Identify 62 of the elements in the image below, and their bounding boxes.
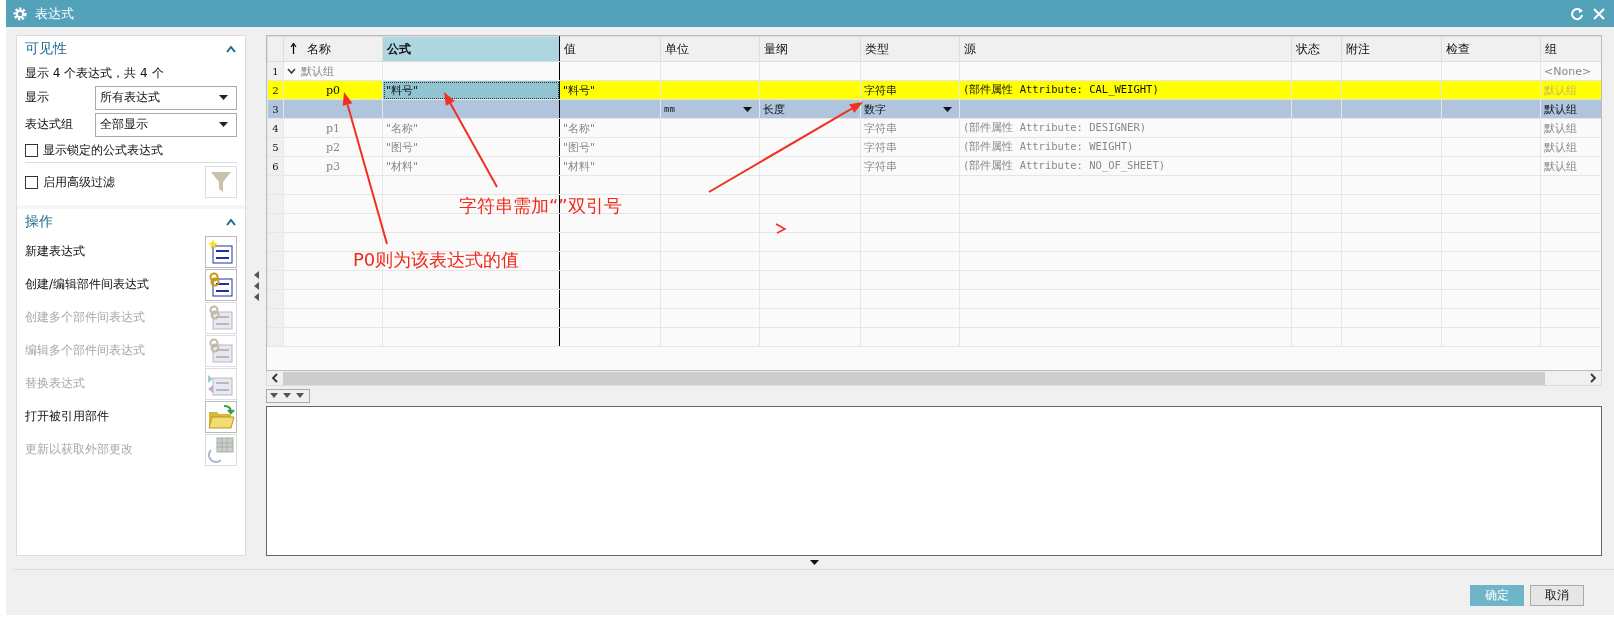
table-row[interactable]: 4 p1 "名称" "名称" 字符串 (部件属性 Attribute: DESIGNER) 默认组 (267, 118, 1601, 138)
table-row[interactable]: 6 p3 "材料" "材料" 字符串 (部件属性 Attribute: NO_OF_SHEET) 默认组 (267, 156, 1601, 176)
caret-icon (743, 106, 752, 112)
gear-icon (13, 6, 27, 21)
collapse-icon[interactable] (225, 44, 237, 54)
column-header[interactable]: 组 (1540, 36, 1601, 62)
checkbox[interactable] (25, 175, 38, 189)
caret-icon (219, 122, 228, 127)
chain-document-icon (207, 336, 235, 365)
collapse-icon[interactable] (225, 217, 237, 227)
triple-caret-icon (270, 393, 306, 399)
window-title: 表达式 (35, 4, 74, 23)
star-document-icon (207, 237, 235, 266)
horizontal-scrollbar[interactable] (266, 371, 1602, 386)
table-row[interactable]: 5 p2 "图号" "图号" 字符串 (部件属性 Attribute: WEIGHT) 默认组 (267, 137, 1601, 157)
caret-icon (943, 106, 952, 112)
column-header[interactable]: 检查 (1441, 36, 1541, 62)
expand-caret-icon[interactable] (809, 560, 819, 565)
dropdown[interactable]: 全部显示 (95, 112, 237, 137)
section-title: 操作 (25, 213, 53, 231)
action-label[interactable]: 创建/编辑部件间表达式 (25, 276, 150, 293)
table-row[interactable]: 3 mm 长度 数字 默认组 (267, 99, 1601, 119)
column-header[interactable]: 公式 (382, 36, 560, 62)
caret-icon (219, 95, 228, 100)
scroll-left-icon[interactable] (271, 373, 279, 383)
annotation-text: P0则为该表达式的值 (353, 248, 520, 272)
section-title: 可见性 (25, 40, 67, 58)
expand-toggle-button[interactable] (266, 389, 310, 403)
checkbox-label: 显示锁定的公式表达式 (43, 141, 164, 159)
column-header[interactable]: 名称 (283, 36, 383, 62)
column-header[interactable]: 源 (959, 36, 1292, 62)
field-label: 表达式组 (25, 116, 74, 133)
column-header[interactable]: 值 (559, 36, 661, 62)
field-label: 显示 (25, 89, 50, 106)
chevron-down-icon[interactable] (287, 68, 296, 74)
group-name: 默认组 (301, 63, 334, 79)
column-header[interactable]: 量纲 (759, 36, 861, 62)
checkbox[interactable] (25, 143, 38, 157)
action-button[interactable] (205, 235, 237, 268)
chevron-mark-icon (775, 223, 787, 234)
reset-icon[interactable] (1570, 6, 1584, 21)
column-header[interactable]: 状态 (1291, 36, 1342, 62)
sort-arrow-icon (290, 42, 297, 54)
folder-icon (207, 402, 235, 431)
column-header[interactable]: 类型 (860, 36, 960, 62)
column-header[interactable]: 附注 (1341, 36, 1442, 62)
funnel-icon (210, 170, 232, 194)
scroll-right-icon[interactable] (1589, 373, 1597, 383)
grid-refresh-icon (207, 435, 235, 464)
chain-document-icon (207, 270, 235, 299)
close-icon[interactable] (1592, 6, 1606, 21)
chain-document-icon (207, 303, 235, 332)
column-header[interactable]: 单位 (660, 36, 760, 62)
dropdown[interactable]: 所有表达式 (95, 85, 237, 110)
summary-text: 显示 4 个表达式，共 4 个 (25, 65, 165, 82)
action-label[interactable]: 打开被引用部件 (25, 408, 109, 425)
checkbox-label: 启用高级过滤 (43, 173, 116, 191)
table-row[interactable]: 1 默认组 <None> (267, 61, 1601, 81)
action-button[interactable] (205, 268, 237, 301)
cancel-button[interactable]: 取消 (1530, 585, 1584, 606)
action-label[interactable]: 新建表达式 (25, 243, 85, 260)
table-row[interactable]: 2 p0 "料号" "料号" 字符串 (部件属性 Attribute: CAL_WEIGHT) 默认组 (267, 80, 1601, 100)
